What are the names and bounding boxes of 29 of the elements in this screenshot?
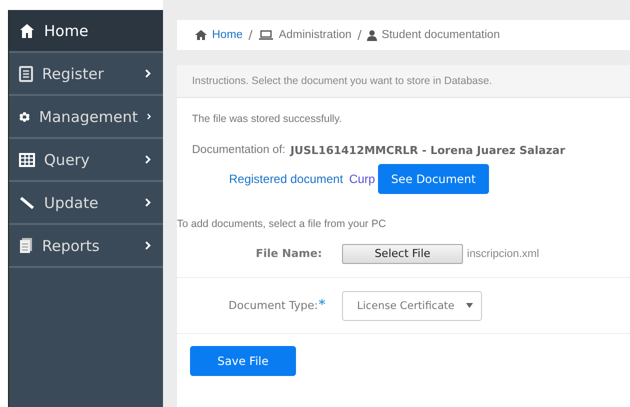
documentation-label: Documentation of: xyxy=(192,144,286,157)
document-type-select[interactable]: License Certificate xyxy=(342,290,482,320)
file-name-label: File Name: xyxy=(254,247,323,260)
add-documents-hint: To add documents, select a file from your PC xyxy=(177,218,387,230)
document-type-label: Document Type: xyxy=(228,299,318,312)
see-document-button[interactable]: See Document xyxy=(378,164,489,194)
document-icon xyxy=(19,66,33,82)
file-name-text: inscripcion.xml xyxy=(467,248,540,260)
home-icon xyxy=(195,30,207,40)
home-icon xyxy=(19,22,35,38)
user-icon xyxy=(366,30,377,40)
laptop-icon xyxy=(258,30,274,40)
separator-icon xyxy=(248,30,253,40)
registered-document-label: Registered document xyxy=(229,172,344,186)
sidebar-item[interactable]: Home xyxy=(9,10,163,53)
breadcrumb-item: Administration xyxy=(278,29,352,41)
breadcrumb-item: Student documentation xyxy=(382,29,500,41)
separator-icon xyxy=(356,30,362,40)
save-file-button[interactable]: Save File xyxy=(190,346,296,376)
document-stack-icon xyxy=(19,238,33,254)
pencil-icon xyxy=(19,196,35,210)
breadcrumb-item[interactable]: Home xyxy=(212,29,243,41)
student-name: JUSL161412MMCRLR - Lorena Juarez Salazar xyxy=(290,144,566,157)
curp-link[interactable]: Curp xyxy=(349,172,376,186)
table-icon xyxy=(19,152,35,166)
select-file-button[interactable]: Select File xyxy=(342,244,463,264)
instructions-text: Instructions. Select the document you want to store in Database. xyxy=(192,75,492,87)
dropdown-caret-icon xyxy=(466,303,473,308)
success-message: The file was stored successfully. xyxy=(191,113,343,125)
